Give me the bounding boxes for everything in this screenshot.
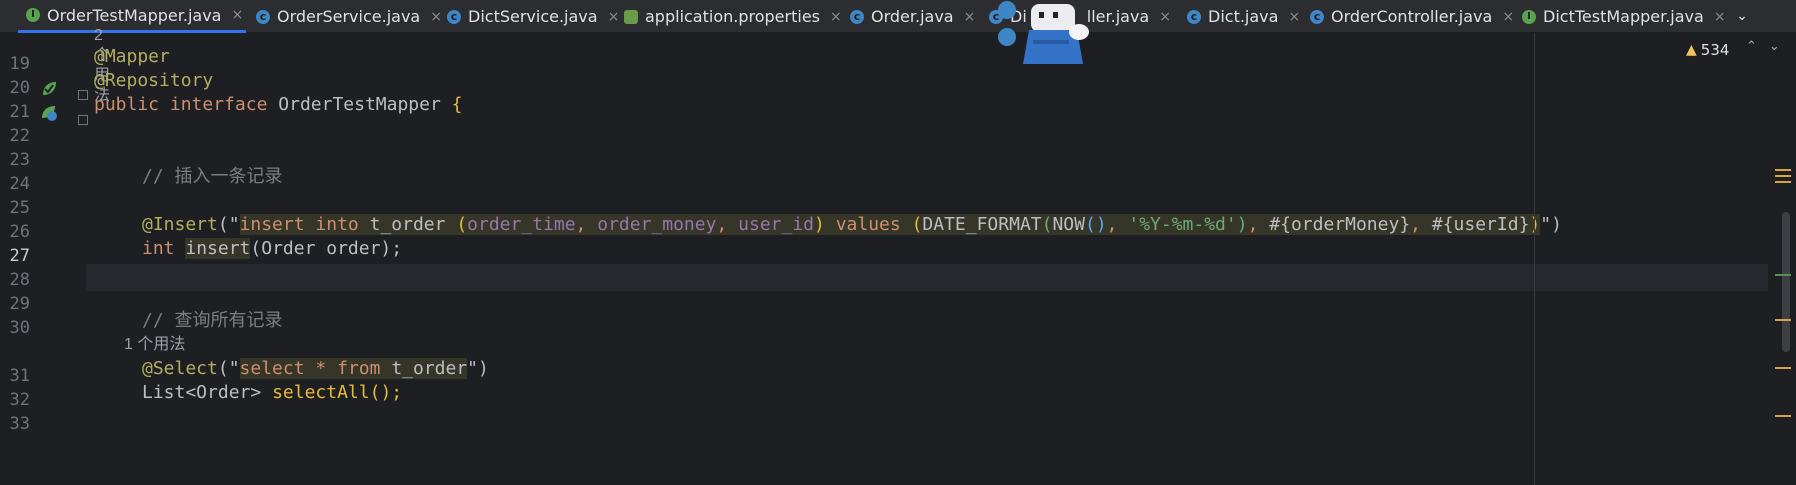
- tab-orderservice[interactable]: OrderService.java ×: [256, 0, 442, 33]
- line-number: 31: [9, 366, 30, 386]
- spring-bean-icon[interactable]: [40, 80, 58, 98]
- line-number: 20: [9, 78, 30, 98]
- code-line-32: List<Order> selectAll();: [142, 382, 403, 403]
- close-icon[interactable]: ×: [1714, 9, 1726, 25]
- tab-ordertestmapper[interactable]: OrderTestMapper.java ×: [18, 0, 246, 33]
- close-icon[interactable]: ×: [1159, 9, 1171, 25]
- warning-stripe-mark[interactable]: [1775, 181, 1791, 183]
- warning-stripe-mark[interactable]: [1775, 415, 1791, 417]
- code-editor[interactable]: @Mapper @Repository public interface Ord…: [86, 33, 1768, 485]
- tab-label-end: ller.java: [1086, 7, 1150, 26]
- usage-hint[interactable]: 1 个用法: [124, 335, 185, 355]
- warning-icon: ▲: [1686, 42, 1697, 58]
- tab-dicttestmapper[interactable]: DictTestMapper.java ×: [1522, 0, 1726, 33]
- interface-file-icon: [1522, 9, 1536, 24]
- line-number: 29: [9, 294, 30, 314]
- vertical-scrollbar[interactable]: [1782, 212, 1790, 352]
- line-number: 28: [9, 270, 30, 290]
- tab-label: DictTestMapper.java: [1543, 7, 1704, 26]
- chevron-down-icon[interactable]: ⌄: [1769, 39, 1792, 54]
- close-icon[interactable]: ×: [830, 9, 842, 25]
- warning-stripe-mark[interactable]: [1775, 367, 1791, 369]
- line-number: 32: [9, 390, 30, 410]
- tab-dict[interactable]: Dict.java ×: [1187, 0, 1300, 33]
- tab-label: OrderController.java: [1331, 7, 1493, 26]
- editor-tab-bar: OrderTestMapper.java × OrderService.java…: [0, 0, 1796, 33]
- close-icon[interactable]: ×: [430, 9, 442, 25]
- tab-label: DictService.java: [468, 7, 598, 26]
- warning-stripe-mark[interactable]: [1775, 319, 1791, 321]
- code-line-31: @Select("select * from t_order"): [142, 358, 489, 379]
- code-line-19: @Mapper: [94, 46, 170, 67]
- class-file-icon: [1187, 9, 1201, 24]
- inspection-widget[interactable]: ▲ 534: [1686, 41, 1729, 59]
- tab-label: OrderTestMapper.java: [47, 5, 222, 25]
- line-number: 22: [9, 126, 30, 146]
- code-line-21: public interface OrderTestMapper {: [94, 94, 463, 115]
- line-number: 21: [9, 102, 30, 122]
- line-number: 23: [9, 150, 30, 170]
- close-icon[interactable]: ×: [964, 9, 976, 25]
- close-icon[interactable]: ×: [1502, 9, 1514, 25]
- line-number: 30: [9, 318, 30, 338]
- tab-order[interactable]: Order.java ×: [850, 0, 975, 33]
- tab-dictservice[interactable]: DictService.java ×: [447, 0, 619, 33]
- line-number: 26: [9, 222, 30, 242]
- tab-application-properties[interactable]: application.properties ×: [624, 0, 842, 33]
- tab-label: application.properties: [645, 7, 820, 26]
- code-line-30: // 查询所有记录: [142, 310, 283, 331]
- line-number: 33: [9, 414, 30, 434]
- current-line-highlight: [86, 264, 1768, 291]
- warning-stripe-mark[interactable]: [1775, 175, 1791, 177]
- change-stripe-mark[interactable]: [1775, 274, 1791, 276]
- tab-ordercontroller[interactable]: OrderController.java ×: [1310, 0, 1514, 33]
- tab-label: Dict.java: [1208, 7, 1279, 26]
- line-number: 19: [9, 54, 30, 74]
- close-icon[interactable]: ×: [231, 7, 243, 23]
- warning-stripe-mark[interactable]: [1775, 169, 1791, 171]
- class-file-icon: [447, 9, 461, 24]
- class-file-icon: [256, 9, 270, 24]
- inspection-navigation[interactable]: ⌃⌄: [1746, 39, 1792, 54]
- line-number: 25: [9, 198, 30, 218]
- tab-label: Order.java: [871, 7, 954, 26]
- class-file-icon: [1310, 9, 1324, 24]
- code-line-26: @Insert("insert into t_order (order_time…: [142, 214, 1562, 235]
- mascot-sticker-icon: [998, 1, 1089, 64]
- code-line-24: // 插入一条记录: [142, 166, 283, 187]
- right-margin-guide: [1534, 33, 1535, 485]
- warning-count: 534: [1700, 41, 1730, 59]
- tab-label: OrderService.java: [277, 7, 421, 26]
- close-icon[interactable]: ×: [608, 9, 620, 25]
- code-line-20: @Repository: [94, 70, 214, 91]
- code-line-27: int insert(Order order);: [142, 238, 403, 259]
- close-icon[interactable]: ×: [1288, 9, 1300, 25]
- interface-file-icon: [26, 8, 40, 22]
- line-number-current: 27: [9, 246, 30, 266]
- properties-file-icon: [624, 9, 638, 24]
- chevron-up-icon[interactable]: ⌃: [1746, 39, 1769, 54]
- line-gutter: 2 个用法 19 20 21 22 23 24 25 26 27 28 29 3…: [0, 27, 110, 485]
- chevron-down-icon[interactable]: ⌄: [1732, 6, 1752, 26]
- line-number: 24: [9, 174, 30, 194]
- class-file-icon: [850, 9, 864, 24]
- spring-implementation-icon[interactable]: [40, 104, 58, 122]
